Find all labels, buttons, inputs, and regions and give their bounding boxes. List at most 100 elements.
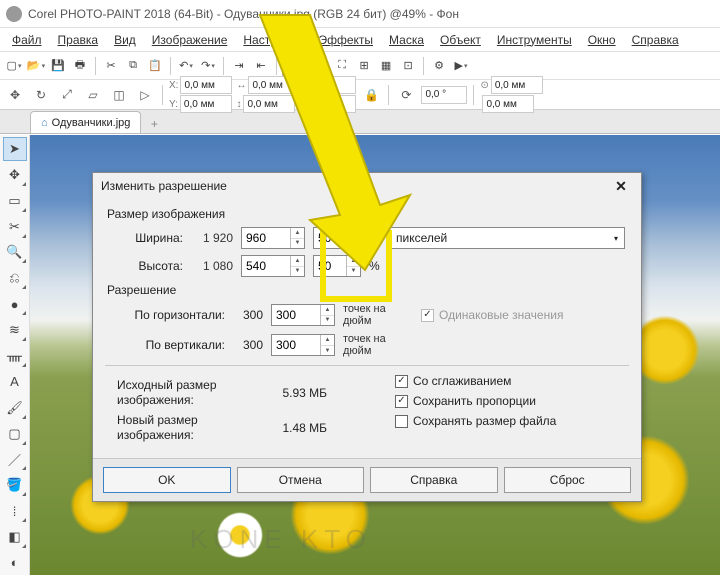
fill-tool[interactable]: 🪣: [3, 473, 27, 497]
paste-button[interactable]: 📋: [145, 56, 165, 76]
height-pct-spinbox[interactable]: ▲▼: [313, 255, 361, 277]
menu-edit[interactable]: Правка: [50, 30, 107, 50]
menu-effects[interactable]: Эффекты: [310, 30, 381, 50]
menu-adjust[interactable]: Настройка: [235, 30, 310, 50]
menu-object[interactable]: Объект: [432, 30, 489, 50]
spin-down-icon[interactable]: ▼: [291, 239, 304, 249]
width-pct-spinbox[interactable]: ▲▼: [313, 227, 361, 249]
pos-x-field[interactable]: 0,0 мм: [180, 76, 232, 94]
redo-button[interactable]: ↷▾: [198, 56, 218, 76]
save-button[interactable]: 💾: [48, 56, 68, 76]
unit-dropdown[interactable]: пикселей▾: [389, 227, 625, 249]
add-tab-button[interactable]: +: [145, 115, 163, 133]
paint-tool[interactable]: 🖌: [3, 396, 27, 420]
orig-size-label: Исходный размер изображения:: [117, 378, 247, 407]
cut-button[interactable]: ✂: [101, 56, 121, 76]
text-tool[interactable]: A: [3, 370, 27, 394]
keep-ratio-checkbox[interactable]: ✓ Сохранить пропорции: [395, 394, 556, 408]
spin-down-icon[interactable]: ▼: [347, 239, 360, 249]
options-button[interactable]: ⚙: [429, 56, 449, 76]
ok-button[interactable]: OK: [103, 467, 231, 493]
line-tool[interactable]: ／: [3, 448, 27, 472]
guide-button[interactable]: ⊡: [398, 56, 418, 76]
zoom-tool[interactable]: 🔍: [3, 241, 27, 265]
mask-transform-tool[interactable]: ✥: [3, 163, 27, 187]
distort-tool-icon[interactable]: ◫: [108, 84, 130, 106]
res-h-spinbox[interactable]: ▲▼: [271, 304, 335, 326]
cancel-button[interactable]: Отмена: [237, 467, 365, 493]
scale-x-field[interactable]: 100 %: [304, 76, 356, 94]
skew-tool-icon[interactable]: ▱: [82, 84, 104, 106]
fullscreen-button[interactable]: ⛶: [332, 56, 352, 76]
pos-y-field[interactable]: 0,0 мм: [180, 95, 232, 113]
import-button[interactable]: ⇥: [229, 56, 249, 76]
new-button[interactable]: ▢▾: [4, 56, 24, 76]
keep-filesize-checkbox[interactable]: Сохранять размер файла: [395, 414, 556, 428]
shadow-tool[interactable]: ◐: [3, 551, 27, 575]
redeye-tool[interactable]: ●: [3, 292, 27, 316]
rotate-tool-icon[interactable]: ↻: [30, 84, 52, 106]
res-v-spinbox[interactable]: ▲▼: [271, 334, 335, 356]
rect-mask-tool[interactable]: ▭: [3, 189, 27, 213]
menu-help[interactable]: Справка: [624, 30, 687, 50]
liquid-tool[interactable]: ≋: [3, 318, 27, 342]
menu-window[interactable]: Окно: [580, 30, 624, 50]
reset-button[interactable]: Сброс: [504, 467, 632, 493]
menu-tools[interactable]: Инструменты: [489, 30, 580, 50]
rectangle-tool[interactable]: ▢: [3, 422, 27, 446]
menu-image[interactable]: Изображение: [144, 30, 236, 50]
clone-tool[interactable]: ⎌: [3, 266, 27, 290]
antialias-checkbox[interactable]: ✓ Со сглаживанием: [395, 374, 556, 388]
spin-up-icon[interactable]: ▲: [291, 228, 304, 239]
lock-ratio-button[interactable]: 🔒: [360, 84, 382, 106]
spin-down-icon[interactable]: ▼: [291, 267, 304, 277]
res-h-original: 300: [233, 308, 263, 322]
spin-up-icon[interactable]: ▲: [321, 305, 334, 316]
center-y-field[interactable]: 0,0 мм: [482, 95, 534, 113]
launch-button[interactable]: ▶▾: [451, 56, 471, 76]
print-button[interactable]: 🖶: [70, 56, 90, 76]
scale-tool-icon[interactable]: ⤢: [56, 84, 78, 106]
menu-view[interactable]: Вид: [106, 30, 144, 50]
undo-button[interactable]: ↶▾: [176, 56, 196, 76]
spin-up-icon[interactable]: ▲: [321, 335, 334, 346]
spin-up-icon[interactable]: ▲: [347, 256, 360, 267]
height-pct-input[interactable]: [314, 256, 346, 276]
spin-down-icon[interactable]: ▼: [347, 267, 360, 277]
perspective-tool-icon[interactable]: ▷: [134, 84, 156, 106]
eyedropper-tool[interactable]: ⁞: [3, 499, 27, 523]
close-button[interactable]: ✕: [609, 176, 633, 196]
pick-tool[interactable]: ➤: [3, 137, 27, 161]
eraser-tool[interactable]: ◧: [3, 525, 27, 549]
menu-mask[interactable]: Маска: [381, 30, 432, 50]
zoom-dropdown[interactable]: 49%▾: [282, 56, 321, 76]
height-field[interactable]: 0,0 мм: [243, 95, 295, 113]
pick-tool-icon[interactable]: ✥: [4, 84, 26, 106]
res-h-input[interactable]: [272, 305, 320, 325]
angle-field[interactable]: 0,0 °: [421, 86, 467, 104]
res-v-input[interactable]: [272, 335, 320, 355]
effect-tool[interactable]: ᚄ: [3, 344, 27, 368]
height-input[interactable]: [242, 256, 290, 276]
width-field[interactable]: 0,0 мм: [248, 76, 300, 94]
help-button[interactable]: Справка: [370, 467, 498, 493]
spin-down-icon[interactable]: ▼: [321, 346, 334, 356]
crop-tool[interactable]: ✂: [3, 215, 27, 239]
spin-up-icon[interactable]: ▲: [291, 256, 304, 267]
width-spinbox[interactable]: ▲▼: [241, 227, 305, 249]
menu-file[interactable]: Файл: [4, 30, 50, 50]
dialog-titlebar[interactable]: Изменить разрешение ✕: [93, 173, 641, 199]
grid-button[interactable]: ▦: [376, 56, 396, 76]
center-x-field[interactable]: 0,0 мм: [491, 76, 543, 94]
document-tab[interactable]: ⌂ Одуванчики.jpg: [30, 111, 141, 133]
copy-button[interactable]: ⧉: [123, 56, 143, 76]
open-button[interactable]: 📂▾: [26, 56, 46, 76]
width-pct-input[interactable]: [314, 228, 346, 248]
export-button[interactable]: ⇤: [251, 56, 271, 76]
spin-up-icon[interactable]: ▲: [347, 228, 360, 239]
width-input[interactable]: [242, 228, 290, 248]
rulers-button[interactable]: ⊞: [354, 56, 374, 76]
spin-down-icon[interactable]: ▼: [321, 316, 334, 326]
scale-y-field[interactable]: 100 %: [304, 95, 356, 113]
height-spinbox[interactable]: ▲▼: [241, 255, 305, 277]
